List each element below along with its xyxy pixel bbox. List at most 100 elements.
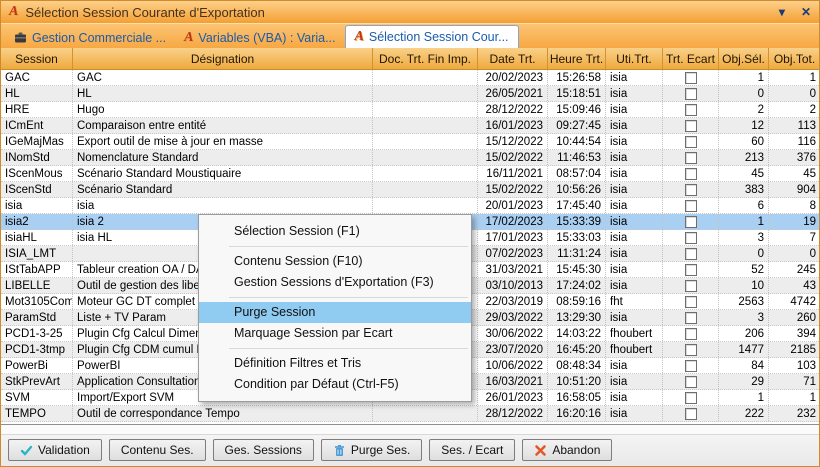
ecart-checkbox[interactable] — [685, 248, 697, 260]
app-a-icon: A — [184, 32, 193, 44]
obj-tot-cell: 245 — [769, 262, 819, 277]
session-cell: PCD1-3tmp — [1, 342, 73, 357]
session-cell: INomStd — [1, 150, 73, 165]
menu-item-condition-defaut[interactable]: Condition par Défaut (Ctrl-F5) — [199, 374, 471, 395]
table-header-row: SessionDésignationDoc. Trt. Fin Imp.Date… — [1, 48, 819, 70]
ecart-checkbox[interactable] — [685, 296, 697, 308]
ecart-checkbox[interactable] — [685, 200, 697, 212]
ecart-cell — [663, 70, 719, 85]
ecart-checkbox[interactable] — [685, 216, 697, 228]
ecart-cell — [663, 294, 719, 309]
ecart-checkbox[interactable] — [685, 344, 697, 356]
column-header[interactable]: Heure Trt. — [548, 48, 606, 69]
uti-cell: isia — [606, 246, 663, 261]
ecart-checkbox[interactable] — [685, 168, 697, 180]
obj-tot-cell: 113 — [769, 118, 819, 133]
designation-cell: Scénario Standard — [73, 182, 373, 197]
doc-cell — [373, 118, 478, 133]
ecart-checkbox[interactable] — [685, 280, 697, 292]
tab-selection-session[interactable]: ASélection Session Cour... — [345, 25, 519, 48]
column-header[interactable]: Obj.Tot. — [769, 48, 820, 69]
ecart-checkbox[interactable] — [685, 312, 697, 324]
uti-cell: isia — [606, 278, 663, 293]
heure-cell: 10:56:26 — [548, 182, 606, 197]
column-header[interactable]: Doc. Trt. Fin Imp. — [373, 48, 478, 69]
doc-cell — [373, 182, 478, 197]
table-row[interactable]: ICmEntComparaison entre entité16/01/2023… — [1, 118, 819, 134]
table-row[interactable]: isiaisia20/01/202317:45:40isia68 — [1, 198, 819, 214]
ges-sessions-button[interactable]: Ges. Sessions — [213, 439, 314, 461]
menu-item-definition-filtres[interactable]: Définition Filtres et Tris — [199, 353, 471, 374]
table-row[interactable]: IScenMousScénario Standard Moustiquaire1… — [1, 166, 819, 182]
tab-variables-vba[interactable]: A Variables (VBA) : Varia... — [175, 27, 344, 48]
uti-cell: isia — [606, 230, 663, 245]
obj-sel-cell: 52 — [719, 262, 769, 277]
ecart-checkbox[interactable] — [685, 104, 697, 116]
date-cell: 28/12/2022 — [478, 406, 548, 421]
column-header[interactable]: Uti.Trt. — [606, 48, 663, 69]
doc-cell — [373, 134, 478, 149]
ecart-cell — [663, 86, 719, 101]
column-header[interactable]: Date Trt. — [478, 48, 548, 69]
purge-ses-button[interactable]: Purge Ses. — [321, 439, 422, 461]
designation-cell: Hugo — [73, 102, 373, 117]
table-row[interactable]: HLHL26/05/202115:18:51isia00 — [1, 86, 819, 102]
menu-item-contenu-session[interactable]: Contenu Session (F10) — [199, 251, 471, 272]
table-row[interactable]: IGeMajMasExport outil de mise à jour en … — [1, 134, 819, 150]
session-cell: ParamStd — [1, 310, 73, 325]
ecart-cell — [663, 358, 719, 373]
close-icon[interactable]: ✕ — [801, 6, 811, 18]
table-row[interactable]: GACGAC20/02/202315:26:58isia11 — [1, 70, 819, 86]
ecart-checkbox[interactable] — [685, 72, 697, 84]
check-icon — [20, 444, 33, 457]
obj-tot-cell: 43 — [769, 278, 819, 293]
obj-tot-cell: 2185 — [769, 342, 819, 357]
tab-gestion-commerciale[interactable]: Gestion Commerciale ... — [5, 27, 175, 48]
menu-item-gestion-sessions[interactable]: Gestion Sessions d'Exportation (F3) — [199, 272, 471, 293]
obj-sel-cell: 3 — [719, 230, 769, 245]
obj-tot-cell: 7 — [769, 230, 819, 245]
validation-button[interactable]: Validation — [8, 439, 102, 461]
menu-item-selection-session[interactable]: Sélection Session (F1) — [199, 221, 471, 242]
ecart-cell — [663, 134, 719, 149]
ecart-checkbox[interactable] — [685, 360, 697, 372]
heure-cell: 10:44:54 — [548, 134, 606, 149]
uti-cell: fhoubert — [606, 342, 663, 357]
ecart-checkbox[interactable] — [685, 392, 697, 404]
uti-cell: isia — [606, 134, 663, 149]
ecart-checkbox[interactable] — [685, 88, 697, 100]
table-row[interactable]: TEMPOOutil de correspondance Tempo28/12/… — [1, 406, 819, 422]
ecart-checkbox[interactable] — [685, 184, 697, 196]
column-header[interactable]: Désignation — [73, 48, 373, 69]
session-cell: IScenStd — [1, 182, 73, 197]
column-header[interactable]: Trt. Ecart — [663, 48, 719, 69]
ecart-checkbox[interactable] — [685, 152, 697, 164]
table-row[interactable]: HREHugo28/12/202215:09:46isia22 — [1, 102, 819, 118]
tab-label: Variables (VBA) : Varia... — [198, 31, 335, 45]
ecart-cell — [663, 406, 719, 421]
contenu-ses-button[interactable]: Contenu Ses. — [109, 439, 206, 461]
ses-ecart-button[interactable]: Ses. / Ecart — [429, 439, 515, 461]
uti-cell: isia — [606, 390, 663, 405]
dropdown-icon[interactable]: ▾ — [779, 6, 785, 18]
obj-tot-cell: 0 — [769, 246, 819, 261]
designation-cell: Outil de correspondance Tempo — [73, 406, 373, 421]
obj-sel-cell: 84 — [719, 358, 769, 373]
app-a-icon: A — [355, 31, 364, 43]
column-header[interactable]: Session — [1, 48, 73, 69]
ecart-checkbox[interactable] — [685, 232, 697, 244]
ecart-checkbox[interactable] — [685, 328, 697, 340]
abandon-button[interactable]: Abandon — [522, 439, 612, 461]
menu-item-purge-session[interactable]: Purge Session — [199, 302, 471, 323]
ecart-checkbox[interactable] — [685, 376, 697, 388]
table-row[interactable]: IScenStdScénario Standard15/02/202210:56… — [1, 182, 819, 198]
ecart-checkbox[interactable] — [685, 408, 697, 420]
obj-tot-cell: 1 — [769, 390, 819, 405]
column-header[interactable]: Obj.Sél. — [719, 48, 769, 69]
designation-cell: Scénario Standard Moustiquaire — [73, 166, 373, 181]
ecart-checkbox[interactable] — [685, 120, 697, 132]
menu-item-marquage-session[interactable]: Marquage Session par Ecart — [199, 323, 471, 344]
table-row[interactable]: INomStdNomenclature Standard15/02/202211… — [1, 150, 819, 166]
ecart-checkbox[interactable] — [685, 136, 697, 148]
ecart-checkbox[interactable] — [685, 264, 697, 276]
